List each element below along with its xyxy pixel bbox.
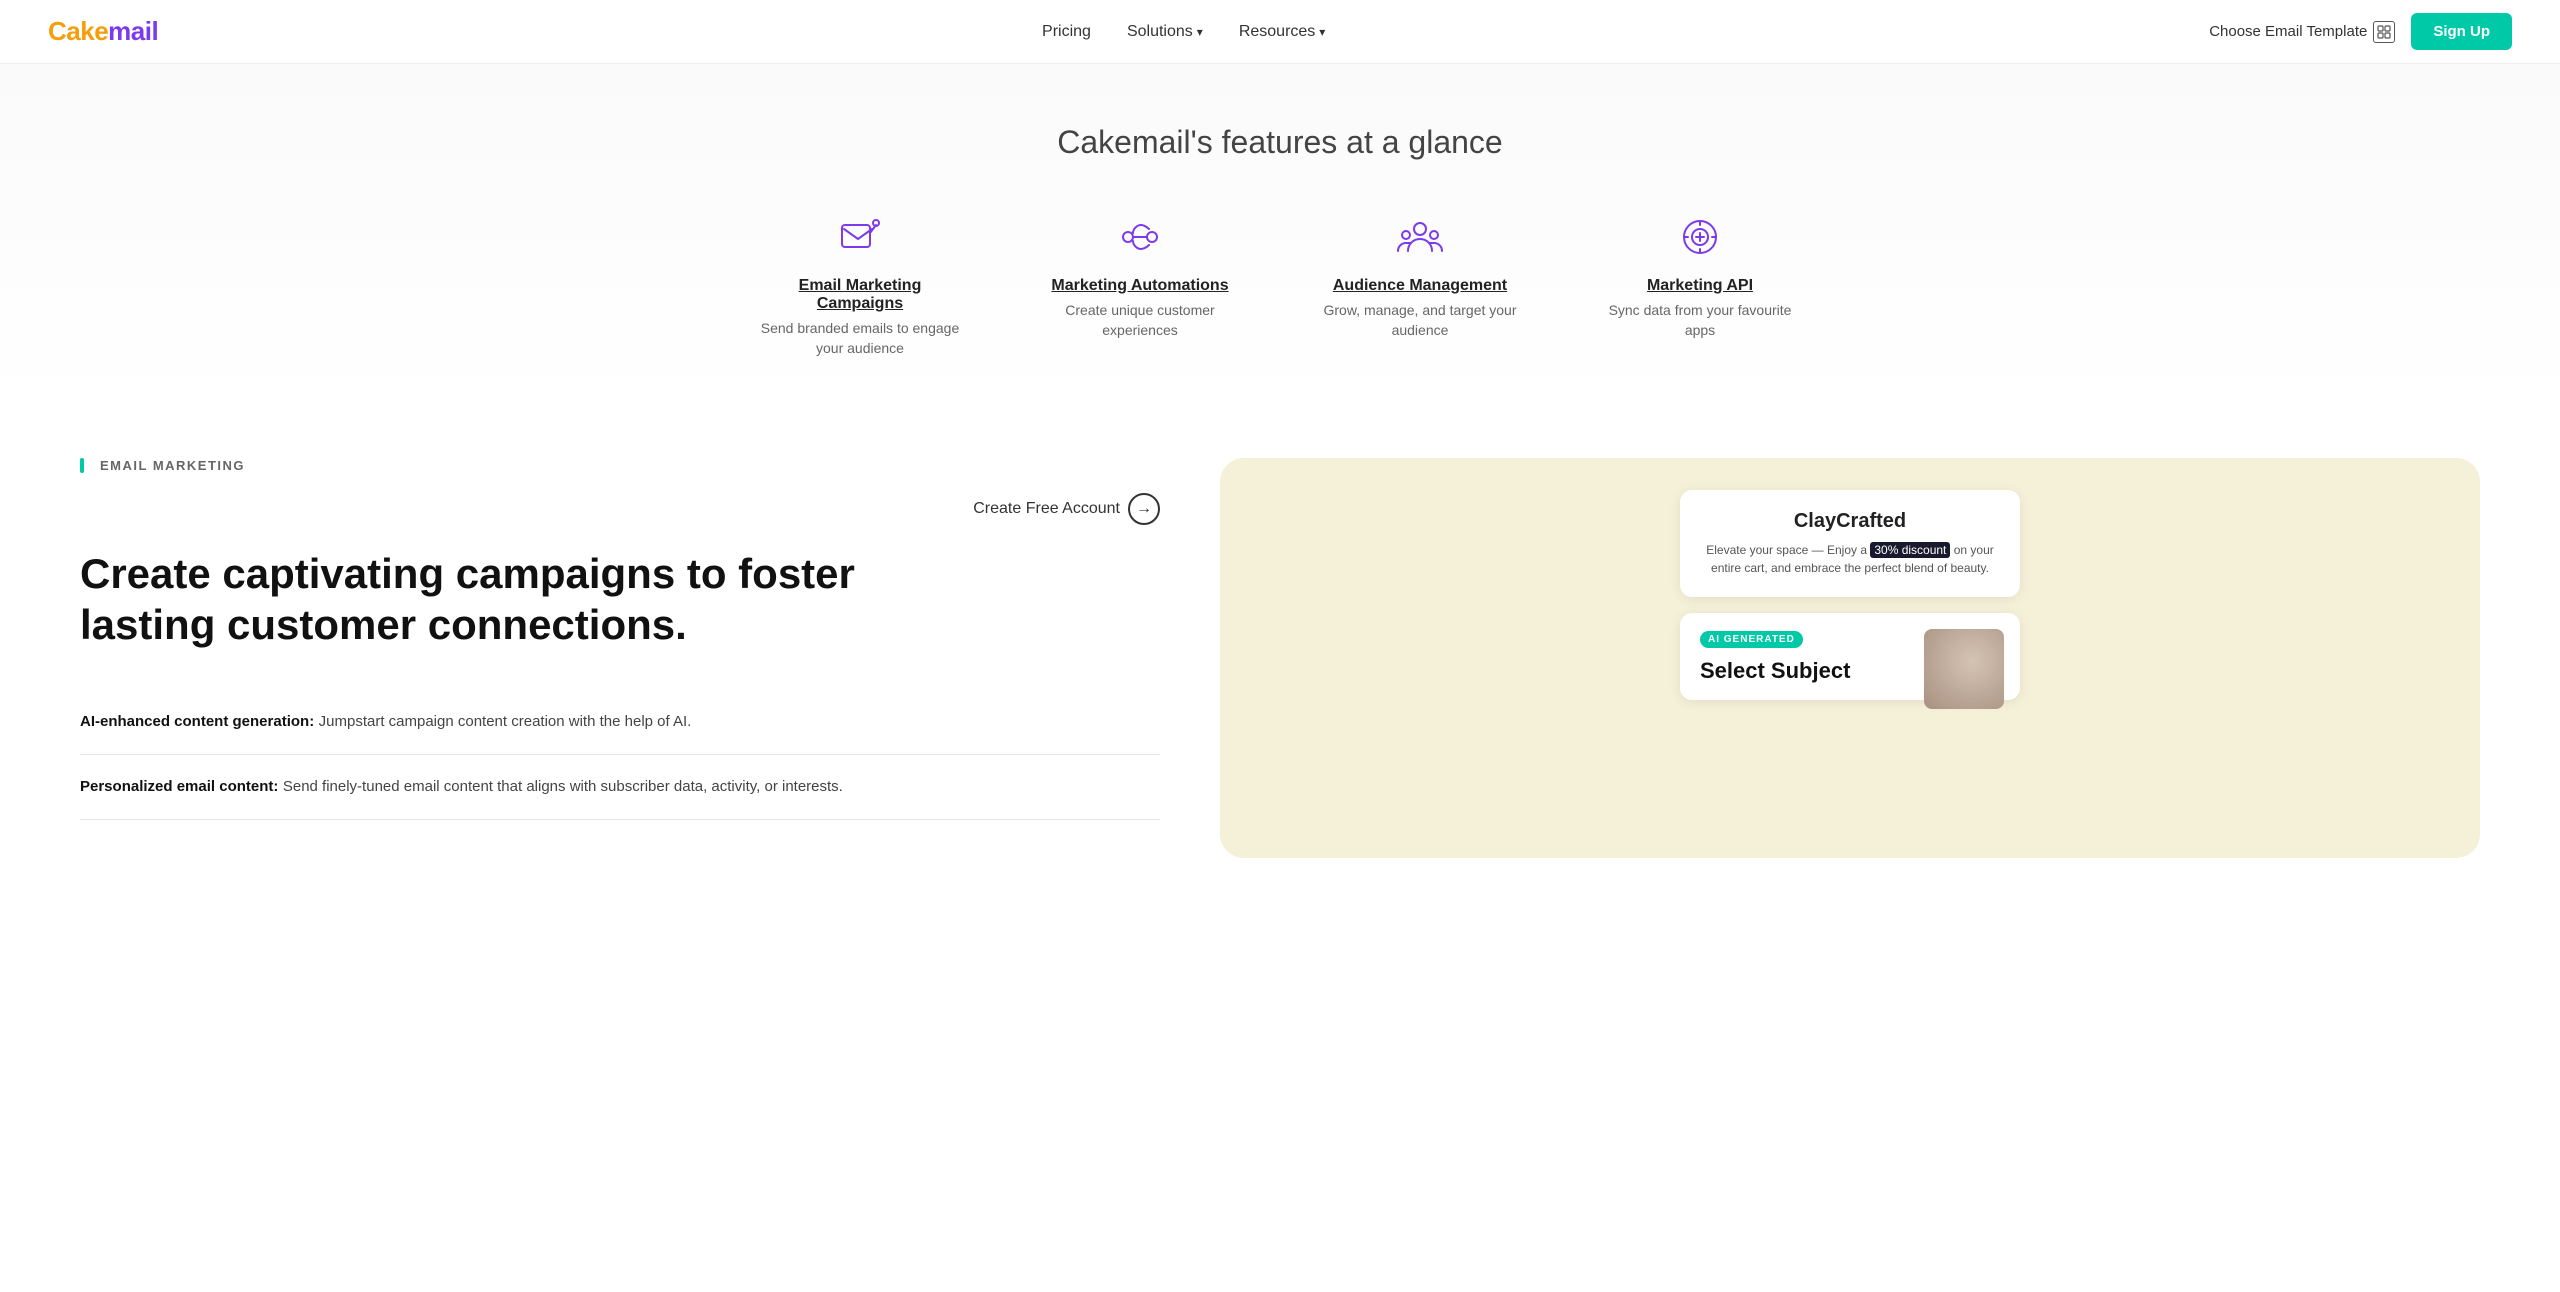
solutions-chevron-icon bbox=[1197, 23, 1203, 41]
feature-point-1-title: AI-enhanced content generation: bbox=[80, 713, 314, 730]
audience-icon bbox=[1392, 209, 1448, 265]
create-free-account-label: Create Free Account bbox=[973, 500, 1120, 518]
section-label-wrapper: EMAIL MARKETING bbox=[80, 458, 1160, 473]
feature-point-1: AI-enhanced content generation: Jumpstar… bbox=[80, 690, 1160, 755]
feature-audience-desc: Grow, manage, and target your audience bbox=[1320, 301, 1520, 340]
feature-email-desc: Send branded emails to engage your audie… bbox=[760, 319, 960, 358]
feature-automations-desc: Create unique customer experiences bbox=[1040, 301, 1240, 340]
automations-icon bbox=[1112, 209, 1168, 265]
feature-point-1-text: Jumpstart campaign content creation with… bbox=[319, 713, 692, 730]
email-preview-card: ClayCrafted Elevate your space — Enjoy a… bbox=[1680, 490, 2020, 597]
nav-solutions[interactable]: Solutions bbox=[1127, 23, 1203, 41]
section-headline: Create captivating campaigns to foster l… bbox=[80, 549, 1160, 650]
nav-resources[interactable]: Resources bbox=[1239, 23, 1326, 41]
feature-automations[interactable]: Marketing Automations Create unique cust… bbox=[1040, 209, 1240, 358]
green-accent-bar bbox=[80, 458, 84, 473]
ai-badge: AI GENERATED bbox=[1700, 631, 1803, 648]
create-free-account-row: Create Free Account → bbox=[80, 493, 1160, 525]
navbar: Cakemail Pricing Solutions Resources Cho… bbox=[0, 0, 2560, 64]
email-company-name: ClayCrafted bbox=[1704, 510, 1996, 533]
nav-right: Choose Email Template Sign Up bbox=[2209, 13, 2512, 50]
feature-point-2: Personalized email content: Send finely-… bbox=[80, 755, 1160, 820]
features-section: Cakemail's features at a glance Email Ma… bbox=[0, 64, 2560, 398]
nav-links: Pricing Solutions Resources bbox=[1042, 23, 1325, 41]
logo-text2: mail bbox=[108, 16, 158, 46]
feature-audience[interactable]: Audience Management Grow, manage, and ta… bbox=[1320, 209, 1520, 358]
preview-card: ClayCrafted Elevate your space — Enjoy a… bbox=[1220, 458, 2480, 858]
logo[interactable]: Cakemail bbox=[48, 16, 158, 47]
features-grid: Email Marketing Campaigns Send branded e… bbox=[48, 209, 2512, 358]
feature-email-marketing[interactable]: Email Marketing Campaigns Send branded e… bbox=[760, 209, 960, 358]
product-image-thumb bbox=[1924, 629, 2004, 709]
feature-point-2-title: Personalized email content: bbox=[80, 778, 278, 795]
logo-text: Cake bbox=[48, 16, 108, 46]
features-title: Cakemail's features at a glance bbox=[48, 124, 2512, 161]
email-marketing-icon bbox=[832, 209, 888, 265]
feature-api-title: Marketing API bbox=[1647, 277, 1753, 295]
right-column: ClayCrafted Elevate your space — Enjoy a… bbox=[1220, 458, 2480, 858]
create-free-account-button[interactable]: Create Free Account → bbox=[973, 493, 1160, 525]
template-icon bbox=[2373, 21, 2395, 43]
left-column: EMAIL MARKETING Create Free Account → Cr… bbox=[80, 458, 1160, 858]
feature-point-2-text: Send finely-tuned email content that ali… bbox=[283, 778, 843, 795]
nav-pricing[interactable]: Pricing bbox=[1042, 23, 1091, 41]
product-image bbox=[1924, 629, 2004, 709]
feature-api[interactable]: Marketing API Sync data from your favour… bbox=[1600, 209, 1800, 358]
choose-template-link[interactable]: Choose Email Template bbox=[2209, 21, 2395, 43]
email-discount-highlight: 30% discount bbox=[1870, 542, 1950, 558]
resources-chevron-icon bbox=[1319, 23, 1325, 41]
feature-api-desc: Sync data from your favourite apps bbox=[1600, 301, 1800, 340]
email-marketing-section: EMAIL MARKETING Create Free Account → Cr… bbox=[0, 398, 2560, 918]
signup-button[interactable]: Sign Up bbox=[2411, 13, 2512, 50]
api-icon bbox=[1672, 209, 1728, 265]
email-preview-text: Elevate your space — Enjoy a 30% discoun… bbox=[1704, 541, 1996, 577]
feature-email-title: Email Marketing Campaigns bbox=[760, 277, 960, 313]
ai-generated-card: AI GENERATED Select Subject bbox=[1680, 613, 2020, 700]
section-label: EMAIL MARKETING bbox=[100, 458, 245, 473]
feature-audience-title: Audience Management bbox=[1333, 277, 1507, 295]
feature-automations-title: Marketing Automations bbox=[1051, 277, 1228, 295]
arrow-circle-icon: → bbox=[1128, 493, 1160, 525]
